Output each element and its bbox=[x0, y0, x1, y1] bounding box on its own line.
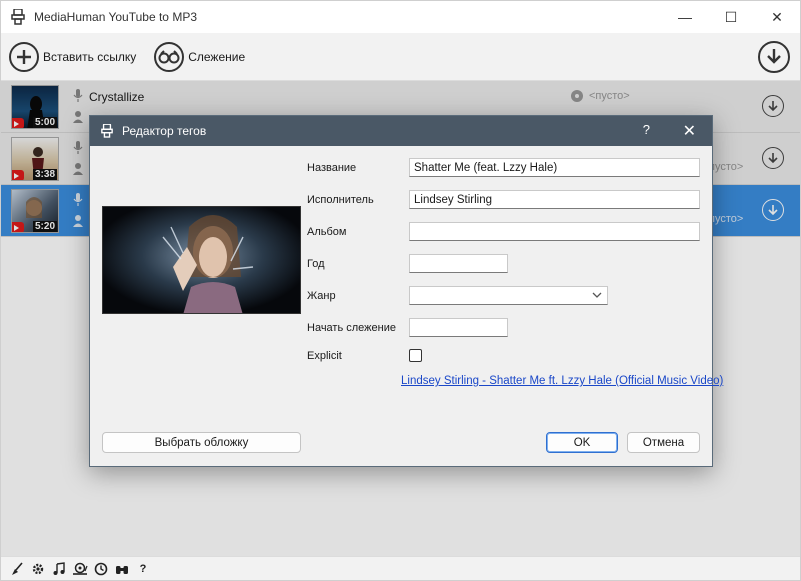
window-title: MediaHuman YouTube to MP3 bbox=[34, 10, 197, 24]
dialog-title: Редактор тегов bbox=[122, 124, 207, 138]
help-icon[interactable]: ? bbox=[135, 561, 151, 577]
tracking-button[interactable]: Слежение bbox=[154, 37, 245, 77]
choose-cover-button[interactable]: Выбрать обложку bbox=[102, 432, 301, 453]
window-controls: — ☐ ✕ bbox=[662, 1, 800, 33]
clock-icon[interactable] bbox=[93, 561, 109, 577]
tracking-label: Слежение bbox=[188, 49, 246, 64]
album-input[interactable] bbox=[409, 222, 700, 241]
explicit-label: Explicit bbox=[307, 350, 342, 362]
dialog-close-button[interactable]: ✕ bbox=[683, 121, 696, 141]
year-label: Год bbox=[307, 258, 325, 270]
genre-label: Жанр bbox=[307, 290, 336, 302]
explicit-checkbox[interactable] bbox=[409, 349, 422, 362]
dialog-title-bar: Редактор тегов ? ✕ bbox=[90, 116, 712, 146]
snail-icon[interactable] bbox=[72, 561, 88, 577]
tag-editor-dialog: Редактор тегов ? ✕ Название Shatter Me (… bbox=[89, 115, 723, 467]
plus-icon bbox=[9, 41, 39, 72]
broom-icon[interactable] bbox=[9, 561, 25, 577]
start-tracking-label: Начать слежение bbox=[307, 322, 396, 334]
chevron-down-icon bbox=[592, 292, 602, 298]
binoculars-icon bbox=[154, 41, 185, 72]
cover-art-image bbox=[102, 206, 301, 314]
name-label: Название bbox=[307, 162, 357, 174]
ok-button[interactable]: OK bbox=[546, 432, 618, 453]
music-note-icon[interactable] bbox=[51, 561, 67, 577]
paste-link-button[interactable]: Вставить ссылку bbox=[9, 37, 136, 77]
year-input[interactable] bbox=[409, 254, 508, 273]
cancel-button[interactable]: Отмена bbox=[627, 432, 700, 453]
artist-input[interactable] bbox=[409, 190, 700, 209]
paste-link-label: Вставить ссылку bbox=[43, 49, 137, 64]
maximize-button[interactable]: ☐ bbox=[708, 1, 754, 33]
status-bar: ? bbox=[1, 556, 800, 580]
minimize-button[interactable]: — bbox=[662, 1, 708, 33]
album-label: Альбом bbox=[307, 226, 347, 238]
app-logo-icon bbox=[10, 9, 26, 25]
name-input[interactable] bbox=[409, 158, 700, 177]
dialog-help-button[interactable]: ? bbox=[643, 122, 650, 137]
title-bar: MediaHuman YouTube to MP3 — ☐ ✕ bbox=[1, 1, 800, 33]
gear-icon[interactable] bbox=[30, 561, 46, 577]
toolbar: Вставить ссылку Слежение bbox=[1, 33, 800, 81]
start-tracking-input[interactable] bbox=[409, 318, 508, 337]
artist-label: Исполнитель bbox=[307, 194, 374, 206]
video-link[interactable]: Lindsey Stirling - Shatter Me ft. Lzzy H… bbox=[401, 375, 723, 387]
binoculars-icon[interactable] bbox=[114, 561, 130, 577]
download-all-icon[interactable] bbox=[758, 41, 790, 73]
genre-select[interactable] bbox=[409, 286, 608, 305]
app-window: MediaHuman YouTube to MP3 — ☐ ✕ Вставить… bbox=[0, 0, 801, 581]
app-logo-icon bbox=[100, 124, 114, 138]
close-button[interactable]: ✕ bbox=[754, 1, 800, 33]
